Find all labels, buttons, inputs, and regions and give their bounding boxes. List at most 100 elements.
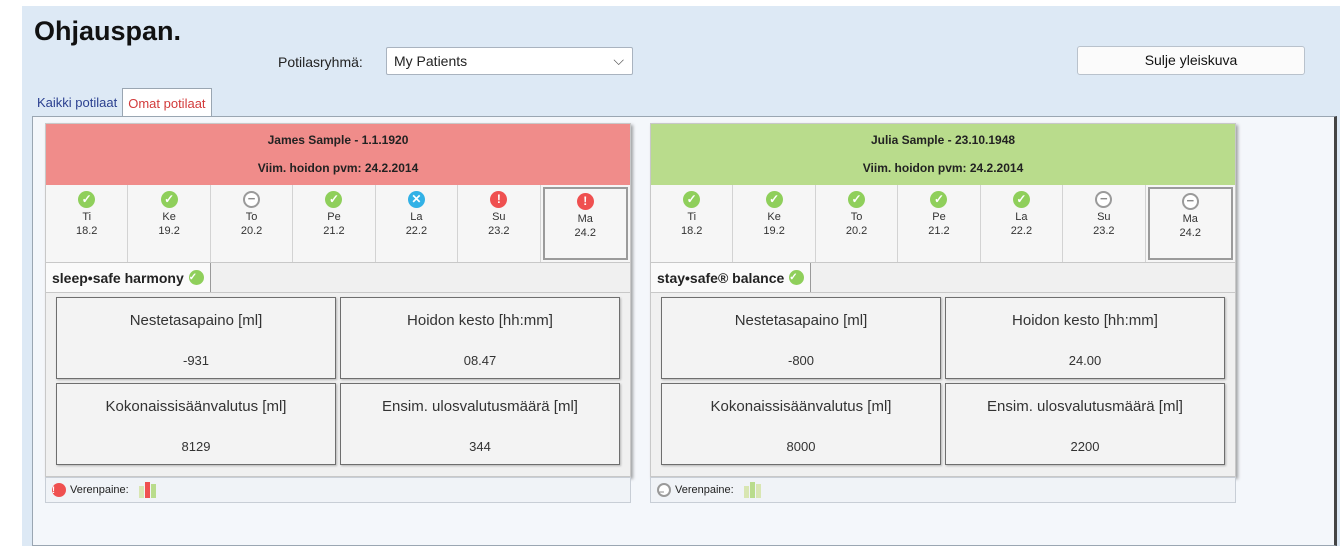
- warning-icon: !: [576, 193, 594, 210]
- metric-value: 2200: [1070, 439, 1100, 454]
- day-name: Su: [1097, 211, 1111, 223]
- patient-group-value: My Patients: [394, 53, 468, 69]
- day-name: To: [245, 211, 258, 223]
- metrics-grid: Nestetasapaino [ml] -800 Hoidon kesto [h…: [651, 293, 1235, 471]
- metric-fluid-balance: Nestetasapaino [ml] -931: [56, 297, 336, 379]
- blood-pressure-label: Verenpaine:: [70, 484, 129, 496]
- metric-value: 08.47: [463, 353, 497, 368]
- check-icon: ✓: [683, 191, 701, 208]
- metric-value: 344: [469, 439, 491, 454]
- skipped-icon: −: [243, 191, 261, 208]
- day-name: Pe: [327, 211, 341, 223]
- day-cell[interactable]: ✓ Ke 19.2: [128, 185, 211, 262]
- day-date: 24.2: [1179, 227, 1201, 239]
- metric-value: -931: [182, 353, 210, 368]
- check-icon: ✓: [160, 191, 178, 208]
- warning-icon: !: [490, 191, 508, 208]
- treatment-days: ✓ Ti 18.2 ✓ Ke 19.2 − To 20.2 ✓ Pe 21.2 ✕ La 22.2! Su 23…: [46, 185, 630, 263]
- patient-name: Julia Sample - 23.10.1948: [870, 133, 1016, 147]
- metric-value: 8000: [786, 439, 816, 454]
- day-date: 23.2: [1093, 225, 1115, 237]
- metric-label: Nestetasapaino [ml]: [734, 312, 868, 329]
- day-cell[interactable]: ! Ma 24.2: [542, 187, 628, 260]
- day-date: 18.2: [76, 225, 98, 237]
- check-icon: ✓: [78, 191, 96, 208]
- tab-my-patients[interactable]: Omat potilaat: [122, 88, 212, 117]
- metric-label: Kokonaissisäänvalutus [ml]: [105, 398, 287, 415]
- metric-treatment-duration: Hoidon kesto [hh:mm] 08.47: [340, 297, 620, 379]
- metric-total-inflow: Kokonaissisäänvalutus [ml] 8129: [56, 383, 336, 465]
- blood-pressure-footer[interactable]: − Verenpaine:: [650, 477, 1236, 503]
- metric-value: 24.00: [1068, 353, 1102, 368]
- metrics-grid: Nestetasapaino [ml] -931 Hoidon kesto [h…: [46, 293, 630, 471]
- patient-card-header: James Sample - 1.1.1920 Viim. hoidon pvm…: [46, 124, 630, 185]
- day-name: Pe: [932, 211, 946, 223]
- device-tab[interactable]: stay•safe® balance ✓: [651, 263, 812, 292]
- device-tab[interactable]: sleep•safe harmony ✓: [46, 263, 211, 292]
- day-date: 23.2: [488, 225, 510, 237]
- day-cell[interactable]: ✓ Ke 19.2: [733, 185, 816, 262]
- day-cell[interactable]: ✓ Ti 18.2: [651, 185, 734, 262]
- page-title: Ohjauspan.: [34, 16, 182, 46]
- day-cell[interactable]: − Su 23.2: [1063, 185, 1146, 262]
- day-cell[interactable]: ✓ Ti 18.2: [46, 185, 129, 262]
- patient-card-header: Julia Sample - 23.10.1948 Viim. hoidon p…: [651, 124, 1235, 185]
- cancel-icon: ✕: [407, 191, 425, 208]
- metric-label: Ensim. ulosvalutusmäärä [ml]: [987, 398, 1183, 415]
- day-cell[interactable]: ✓ La 22.2: [981, 185, 1064, 262]
- device-tab-bar: stay•safe® balance ✓: [651, 263, 1235, 293]
- day-name: La: [410, 211, 423, 223]
- metric-label: Ensim. ulosvalutusmäärä [ml]: [382, 398, 578, 415]
- day-name: Ti: [82, 211, 92, 223]
- blood-pressure-footer[interactable]: ! Verenpaine:: [45, 477, 631, 503]
- skipped-icon: −: [657, 483, 671, 497]
- day-cell[interactable]: − To 20.2: [211, 185, 294, 262]
- device-name: sleep•safe harmony: [52, 269, 184, 286]
- patient-panel: James Sample - 1.1.1920 Viim. hoidon pvm…: [32, 116, 1337, 546]
- day-cell[interactable]: ✓ To 20.2: [816, 185, 899, 262]
- day-name: Ke: [162, 211, 176, 223]
- patient-tabs: Kaikki potilaat Omat potilaat: [32, 88, 212, 117]
- day-date: 18.2: [681, 225, 703, 237]
- check-icon: ✓: [765, 191, 783, 208]
- metric-label: Kokonaissisäänvalutus [ml]: [710, 398, 892, 415]
- patient-card[interactable]: Julia Sample - 23.10.1948 Viim. hoidon p…: [650, 123, 1236, 477]
- check-icon: ✓: [188, 270, 204, 285]
- patient-group-select[interactable]: My Patients ⌵: [386, 47, 633, 75]
- day-name: Ma: [577, 213, 593, 225]
- check-icon: ✓: [848, 191, 866, 208]
- patient-card[interactable]: James Sample - 1.1.1920 Viim. hoidon pvm…: [45, 123, 631, 477]
- day-date: 22.2: [1010, 225, 1033, 237]
- check-icon: ✓: [1012, 191, 1030, 208]
- close-overview-button[interactable]: Sulje yleiskuva: [1077, 46, 1305, 75]
- metric-label: Hoidon kesto [hh:mm]: [1012, 312, 1158, 329]
- treatment-days: ✓ Ti 18.2 ✓ Ke 19.2 ✓ To 20.2 ✓ Pe 21.2 ✓ La 22.2 − Su 23…: [651, 185, 1235, 263]
- day-name: Ke: [767, 211, 781, 223]
- day-name: La: [1015, 211, 1028, 223]
- blood-pressure-bars-icon: [138, 482, 156, 498]
- blood-pressure-bars-icon: [743, 482, 761, 498]
- day-cell[interactable]: ✓ Pe 21.2: [898, 185, 981, 262]
- day-date: 24.2: [574, 227, 596, 239]
- patient-group-label: Potilasryhmä:: [278, 54, 363, 70]
- day-date: 20.2: [845, 225, 868, 237]
- last-treatment-date: Viim. hoidon pvm: 24.2.2014: [257, 161, 419, 175]
- day-date: 22.2: [405, 225, 428, 237]
- day-cell[interactable]: ✕ La 22.2: [376, 185, 459, 262]
- dashboard-window: Ohjauspan. Potilasryhmä: My Patients ⌵ S…: [22, 6, 1340, 546]
- day-cell[interactable]: ✓ Pe 21.2: [293, 185, 376, 262]
- check-icon: ✓: [930, 191, 948, 208]
- metric-label: Nestetasapaino [ml]: [129, 312, 263, 329]
- day-cell[interactable]: − Ma 24.2: [1147, 187, 1233, 260]
- day-name: Ti: [687, 211, 697, 223]
- metric-initial-drain: Ensim. ulosvalutusmäärä [ml] 344: [340, 383, 620, 465]
- day-cell[interactable]: ! Su 23.2: [458, 185, 541, 262]
- check-icon: ✓: [789, 270, 805, 285]
- day-date: 20.2: [240, 225, 263, 237]
- day-name: Ma: [1182, 213, 1198, 225]
- day-date: 21.2: [928, 225, 950, 237]
- tab-all-patients[interactable]: Kaikki potilaat: [32, 88, 122, 116]
- metric-treatment-duration: Hoidon kesto [hh:mm] 24.00: [945, 297, 1225, 379]
- skipped-icon: −: [1095, 191, 1113, 208]
- device-name: stay•safe® balance: [657, 269, 785, 286]
